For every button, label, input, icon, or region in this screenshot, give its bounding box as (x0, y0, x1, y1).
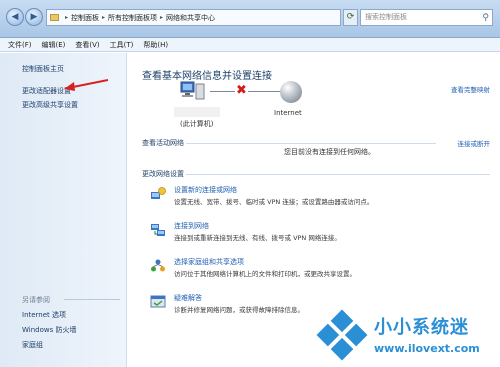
new-connection-icon (151, 187, 166, 199)
breadcrumb-item-control-panel[interactable]: 控制面板 (71, 13, 99, 23)
task-title[interactable]: 设置新的连接或网络 (174, 185, 237, 195)
menu-edit[interactable]: 编辑(E) (42, 40, 66, 50)
back-button[interactable]: ◀ (6, 8, 24, 26)
task-title[interactable]: 选择家庭组和共享选项 (174, 257, 244, 267)
breadcrumb-separator: ▸ (102, 14, 106, 21)
breadcrumb-item-network-center[interactable]: 网络和共享中心 (166, 13, 215, 23)
task-description: 连接到或重新连接到无线、有线、拨号或 VPN 网络连接。 (174, 234, 341, 242)
network-map: (此计算机) ✖ Internet (174, 81, 360, 151)
homegroup-icon (151, 259, 165, 272)
menu-help[interactable]: 帮助(H) (143, 40, 168, 50)
divider (186, 143, 436, 144)
breadcrumb-separator: ▸ (160, 14, 164, 21)
task-title[interactable]: 连接到网络 (174, 221, 209, 231)
forward-button[interactable]: ▶ (25, 8, 43, 26)
search-input[interactable]: 搜索控制面板 ⚲ (360, 9, 493, 26)
address-bar: ◀ ▶ ▸ 控制面板 ▸ 所有控制面板项 ▸ 网络和共享中心 ⟳ 搜索控制面板 … (0, 0, 500, 38)
breadcrumb-item-all-items[interactable]: 所有控制面板项 (108, 13, 157, 23)
control-panel-icon (50, 14, 59, 21)
active-networks-heading: 查看活动网络 (142, 139, 184, 147)
blurred-computer-name (174, 107, 220, 117)
red-arrow-annotation (64, 79, 108, 91)
view-full-map-link[interactable]: 查看完整映射 (451, 84, 490, 94)
disconnected-x-icon: ✖ (235, 83, 248, 98)
see-also-firewall[interactable]: Windows 防火墙 (22, 325, 76, 335)
connect-network-icon (151, 224, 165, 236)
refresh-button[interactable]: ⟳ (343, 9, 358, 26)
internet-globe-icon (280, 81, 302, 103)
watermark-brand: 小小系统迷 (374, 317, 469, 338)
see-also-heading: 另请参阅 (22, 296, 50, 304)
breadcrumb[interactable]: ▸ 控制面板 ▸ 所有控制面板项 ▸ 网络和共享中心 (46, 9, 341, 26)
menu-bar: 文件(F) 编辑(E) 查看(V) 工具(T) 帮助(H) (0, 38, 500, 52)
page-title: 查看基本网络信息并设置连接 (142, 71, 272, 82)
computer-label: (此计算机) (180, 120, 214, 128)
troubleshoot-icon (150, 295, 166, 308)
internet-label: Internet (274, 109, 302, 117)
watermark-url: www.ilovext.com (374, 342, 480, 355)
divider (64, 299, 120, 300)
menu-view[interactable]: 查看(V) (75, 40, 99, 50)
task-description: 访问位于其他网络计算机上的文件和打印机，或更改共享设置。 (174, 270, 356, 278)
breadcrumb-separator: ▸ (65, 14, 69, 21)
windows-logo-icon (316, 309, 368, 361)
computer-icon (180, 81, 205, 100)
task-description: 设置无线、宽带、拨号、临时或 VPN 连接；或设置路由器或访问点。 (174, 198, 374, 206)
search-icon[interactable]: ⚲ (482, 11, 489, 26)
search-placeholder: 搜索控制面板 (365, 13, 407, 21)
menu-file[interactable]: 文件(F) (8, 40, 32, 50)
connect-or-disconnect-link[interactable]: 连接或断开 (458, 138, 491, 148)
sidebar-item-advanced-sharing[interactable]: 更改高级共享设置 (22, 100, 78, 110)
see-also-internet-options[interactable]: Internet 选项 (22, 310, 66, 320)
menu-tools[interactable]: 工具(T) (110, 40, 134, 50)
see-also-homegroup[interactable]: 家庭组 (22, 340, 43, 350)
task-description: 诊断并修复网络问题，或获得故障排除信息。 (174, 306, 304, 314)
change-settings-heading: 更改网络设置 (142, 170, 184, 178)
sidebar: 控制面板主页 更改适配器设置 更改高级共享设置 另请参阅 Internet 选项… (0, 53, 127, 367)
task-title[interactable]: 疑难解答 (174, 293, 202, 303)
divider (186, 174, 490, 175)
sidebar-item-home[interactable]: 控制面板主页 (22, 64, 64, 74)
watermark: 小小系统迷 www.ilovext.com (312, 302, 500, 367)
no-network-message: 您目前没有连接到任何网络。 (284, 148, 375, 156)
